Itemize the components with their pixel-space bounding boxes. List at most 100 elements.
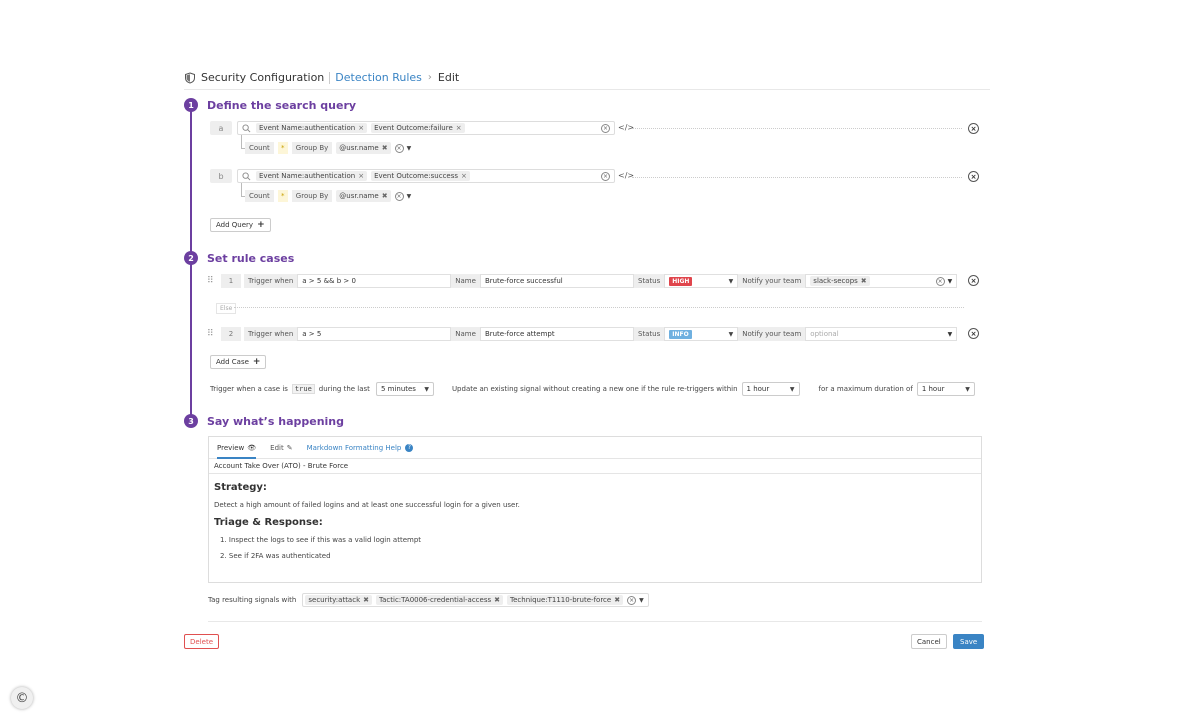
tag-chip[interactable]: security:attack ✖ [305,595,373,605]
tab-preview[interactable]: Preview 👁 [217,437,257,459]
status-label: Status [633,327,665,341]
triage-heading: Triage & Response: [214,517,323,528]
breadcrumb-divider [329,71,331,84]
tag-chip[interactable]: Tactic:TA0006-credential-access ✖ [376,595,504,605]
notify-placeholder: optional [810,330,839,338]
chevron-down-icon: ▼ [947,330,953,338]
list-item: 1. Inspect the logs to see if this was a… [220,536,422,544]
drag-handle-icon[interactable]: ⠿ [207,276,215,286]
name-input[interactable]: Brute-force attempt [479,327,634,341]
clear-search-icon[interactable]: × [601,171,610,181]
filter-chip[interactable]: Event Name:authentication × [256,123,368,133]
chevron-down-icon: ▼ [965,385,970,393]
group-by-label: Group By [291,142,333,154]
group-by-chip[interactable]: @usr.name ✖ [336,190,391,202]
remove-case-1-button[interactable]: × [968,275,979,286]
retrigger-select[interactable]: 1 hour ▼ [741,382,800,396]
query-b-letter: b [210,169,232,183]
clear-tags-icon[interactable]: × [627,595,637,605]
notify-label: Notify your team [738,274,806,288]
notify-select[interactable]: optional ▼ [805,327,958,341]
name-label: Name [451,274,480,288]
query-b-search-input[interactable]: Event Name:authentication × Event Outcome… [237,169,615,183]
else-label: Else [216,303,237,314]
trigger-text: Trigger when a case is [210,385,288,393]
close-icon[interactable]: × [461,172,467,180]
code-icon[interactable]: </> [618,171,634,180]
tag-chip-label: Tactic:TA0006-credential-access [379,596,492,604]
cancel-button[interactable]: Cancel [911,634,947,649]
close-icon[interactable]: ✖ [363,596,369,604]
clear-group-by-icon[interactable]: × [394,143,404,153]
filter-chip[interactable]: Event Outcome:failure × [371,123,465,133]
search-icon [242,123,251,132]
chevron-down-icon: ▼ [424,385,429,393]
filter-chip-label: Event Name:authentication [259,124,356,132]
query-a-search-input[interactable]: Event Name:authentication × Event Outcome… [237,121,615,135]
message-body: Strategy: Detect a high amount of failed… [209,482,981,560]
chevron-down-icon[interactable]: ▼ [407,193,412,200]
breadcrumb-root[interactable]: Security Configuration [201,71,324,84]
chevron-down-icon: ▼ [728,277,734,285]
remove-query-b-button[interactable]: × [968,171,979,182]
status-select[interactable]: INFO ▼ [664,327,739,341]
count-field[interactable]: * [277,142,288,154]
trigger-text: Update an existing signal without creati… [451,385,738,393]
plus-icon: + [257,220,265,230]
close-icon[interactable]: × [456,124,462,132]
close-icon[interactable]: ✖ [382,192,388,200]
add-query-button[interactable]: Add Query + [210,218,271,232]
chevron-down-icon[interactable]: ▼ [407,145,412,152]
divider [208,621,982,622]
chevron-down-icon[interactable]: ▼ [639,597,644,604]
count-label: Count [245,190,274,202]
markdown-help-link[interactable]: Markdown Formatting Help ? [307,443,414,452]
add-case-button[interactable]: Add Case + [210,355,267,369]
close-icon[interactable]: ✖ [382,144,388,152]
clear-search-icon[interactable]: × [601,123,610,133]
close-icon[interactable]: ✖ [494,596,500,604]
group-by-chip[interactable]: @usr.name ✖ [336,142,391,154]
max-duration-select[interactable]: 1 hour ▼ [916,382,975,396]
rule-case-row: ⠿ 1 Trigger when a > 5 && b > 0 Name Bru… [207,274,958,288]
clear-group-by-icon[interactable]: × [394,191,404,201]
evaluation-window-select[interactable]: 5 minutes ▼ [375,382,434,396]
status-label: Status [633,274,665,288]
trigger-label: Trigger when [244,274,298,288]
clear-notify-icon[interactable]: × [935,276,945,286]
trigger-input[interactable]: a > 5 && b > 0 [297,274,452,288]
close-icon[interactable]: ✖ [614,596,620,604]
name-input[interactable]: Brute-force successful [479,274,634,288]
status-select[interactable]: HIGH ▼ [664,274,739,288]
remove-case-2-button[interactable]: × [968,328,979,339]
breadcrumb-section[interactable]: Detection Rules [335,71,422,84]
tags-select[interactable]: security:attack ✖ Tactic:TA0006-credentia… [302,593,649,607]
drag-handle-icon[interactable]: ⠿ [207,329,215,339]
delete-button[interactable]: Delete [184,634,219,649]
case-number: 1 [221,274,241,288]
pencil-icon: ✎ [286,443,293,452]
copyright-icon[interactable]: © [11,687,33,709]
query-a-letter: a [210,121,232,135]
filter-chip-label: Event Outcome:success [374,172,459,180]
save-button[interactable]: Save [953,634,985,649]
remove-query-a-button[interactable]: × [968,123,979,134]
notify-select[interactable]: slack-secops ✖ × ▼ [805,274,958,288]
close-icon[interactable]: ✖ [861,277,867,285]
notify-chip[interactable]: slack-secops ✖ [810,276,870,286]
count-label: Count [245,142,274,154]
query-a-aggregation: Count * Group By @usr.name ✖ × ▼ [245,142,411,154]
trigger-label: Trigger when [244,327,298,341]
shield-icon [185,71,195,84]
strategy-heading: Strategy: [214,482,267,493]
trigger-input[interactable]: a > 5 [297,327,452,341]
tab-edit[interactable]: Edit ✎ [270,437,292,459]
close-icon[interactable]: × [358,124,364,132]
filter-chip[interactable]: Event Outcome:success × [371,171,470,181]
filter-chip[interactable]: Event Name:authentication × [256,171,368,181]
tag-chip[interactable]: Technique:T1110-brute-force ✖ [507,595,624,605]
message-title: Account Take Over (ATO) - Brute Force [209,459,981,474]
count-field[interactable]: * [277,190,288,202]
close-icon[interactable]: × [358,172,364,180]
step-2-number: 2 [184,251,198,265]
